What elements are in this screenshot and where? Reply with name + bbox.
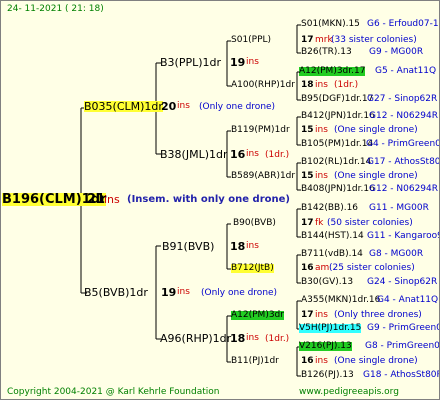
gen3-note-3: (One single drone): [334, 125, 418, 135]
gen4-group-3: G5 - Anat11Q: [375, 66, 437, 76]
gen3-ins-2: ins: [315, 80, 328, 90]
gen3-count-6: 16: [301, 263, 314, 273]
gen2-queen-1: B3(PPL)1dr: [160, 56, 222, 69]
gen2-count-2: 16: [230, 148, 246, 161]
gen4-group-12: G24 - Sinop62R: [367, 277, 438, 287]
gen3-ins-4: ins: [315, 171, 328, 181]
gen1-note-1: (Only one drone): [199, 102, 276, 112]
gen3-count-8: 16: [301, 356, 314, 366]
gen4-group-5: G12 - N06294R: [369, 111, 439, 121]
gen4-queen-10: B144(HST).14: [301, 231, 364, 241]
gen3-queen-2: A100(RHP)1dr: [231, 80, 295, 90]
gen1-ins-2: ins: [177, 287, 190, 297]
gen4-queen-1: S01(MKN).15: [301, 19, 360, 29]
gen1-count-1: 20: [161, 100, 177, 113]
gen3-note-6: (25 sister colonies): [329, 263, 415, 273]
gen4-group-9: G11 - MG00R: [369, 203, 429, 213]
gen2-ins-1: ins: [246, 57, 259, 67]
gen3-ins-6: am: [315, 263, 330, 273]
gen3-ins-8: ins: [315, 356, 328, 366]
gen3-count-7: 17: [301, 310, 314, 320]
gen3-count-1: 17: [301, 35, 314, 45]
gen3-note-5: (50 sister colonies): [327, 218, 413, 228]
gen3-queen-3: B119(PM)1dr: [231, 125, 290, 135]
gen4-group-15: G8 - PrimGreen00: [365, 341, 440, 351]
gen3-ins-3: ins: [315, 125, 328, 135]
gen3-queen-7: A12(PM)3dr: [231, 310, 284, 320]
gen2-ins-3: ins: [246, 241, 259, 251]
gen4-queen-15: V216(PJ).13: [299, 341, 352, 351]
gen4-queen-3: A12(PM)3dr.17: [299, 66, 366, 76]
gen3-ins-7: ins: [315, 310, 328, 320]
copyright-text: Copyright 2004-2021 @ Karl Kehrle Founda…: [7, 387, 220, 397]
site-link[interactable]: www.pedigreeapis.org: [299, 388, 399, 397]
root-note: (Insem. with only one drone): [127, 194, 290, 205]
gen1-queen-1: B035(CLM)1dr: [84, 100, 163, 113]
gen4-queen-7: B102(RL)1dr.14: [301, 157, 372, 167]
gen3-count-4: 15: [301, 171, 314, 181]
gen3-queen-1: S01(PPL): [231, 35, 272, 45]
gen4-group-1: G6 - Erfoud07-1Q: [367, 19, 440, 29]
gen4-group-16: G18 - AthosSt80R: [363, 370, 440, 380]
gen4-group-11: G8 - MG00R: [369, 249, 424, 259]
gen3-count-3: 15: [301, 125, 314, 135]
gen2-note-4: (1dr.): [265, 334, 290, 344]
gen4-group-4: G27 - Sinop62R: [367, 94, 438, 104]
report-date: 24- 11-2021 ( 21: 18): [7, 4, 104, 14]
gen4-queen-8: B408(JPN)1dr.16: [301, 184, 375, 194]
gen3-queen-8: B11(PJ)1dr: [231, 356, 279, 366]
gen4-queen-12: B30(GV).13: [301, 277, 354, 287]
root-ins-label: ins: [104, 193, 120, 206]
gen1-queen-2: B5(BVB)1dr: [84, 286, 148, 299]
gen2-count-1: 19: [230, 56, 246, 69]
gen1-count-2: 19: [161, 286, 177, 299]
gen4-queen-13: A355(MKN)1dr.16: [301, 295, 381, 305]
gen2-queen-3: B91(BVB): [162, 240, 215, 253]
gen4-queen-4: B95(DGF)1dr.17: [301, 94, 374, 104]
gen4-group-8: G12 - N06294R: [369, 184, 439, 194]
gen4-queen-9: B142(BB).16: [301, 203, 359, 213]
gen2-ins-2: ins: [246, 149, 259, 159]
gen2-ins-4: ins: [246, 333, 259, 343]
gen3-note-7: (Only three drones): [334, 310, 422, 320]
gen3-count-5: 17: [301, 218, 314, 228]
gen3-queen-4: B589(ABR)1dr: [231, 171, 296, 181]
root-ins-count: 21: [87, 192, 106, 207]
gen2-queen-2: B38(JML)1dr: [160, 148, 228, 161]
gen1-note-2: (Only one drone): [201, 288, 278, 298]
gen3-queen-5: B90(BVB): [233, 218, 276, 228]
gen3-ins-5: fk: [315, 218, 324, 228]
gen3-queen-6: B712(JtB): [231, 263, 274, 273]
gen4-queen-6: B105(PM)1dr.14: [301, 139, 374, 149]
gen4-queen-14: V5H(PJ)1dr.15: [299, 323, 362, 333]
gen4-group-6: G4 - PrimGreen00: [366, 139, 440, 149]
gen4-group-2: G9 - MG00R: [369, 47, 424, 57]
gen4-group-7: G17 - AthosSt80R: [367, 157, 440, 167]
gen2-queen-4: A96(RHP)1dr: [160, 332, 232, 345]
gen4-queen-2: B26(TR).13: [301, 47, 352, 57]
gen2-count-4: 18: [230, 332, 246, 345]
gen4-queen-5: B412(JPN)1dr.16: [301, 111, 375, 121]
gen2-note-2: (1dr.): [265, 150, 290, 160]
gen3-note-8: (One single drone): [334, 356, 418, 366]
gen4-group-14: G9 - PrimGreen00: [367, 323, 440, 333]
gen3-note-1: (33 sister colonies): [331, 35, 417, 45]
gen3-count-2: 18: [301, 80, 314, 90]
gen4-group-10: G11 - Kangaroo98R: [367, 231, 439, 241]
gen1-ins-1: ins: [177, 101, 190, 111]
pedigree-chart: 24- 11-2021 ( 21: 18) B196(CLM)1dr 21 in…: [0, 0, 440, 400]
gen4-group-13: G4 - Anat11Q: [377, 295, 439, 305]
gen4-queen-11: B711(vdB).14: [301, 249, 363, 259]
gen3-note-4: (One single drone): [334, 171, 418, 181]
gen2-count-3: 18: [230, 240, 246, 253]
gen3-note-2: (1dr.): [334, 80, 359, 90]
gen4-queen-16: B126(PJ).13: [301, 370, 354, 380]
